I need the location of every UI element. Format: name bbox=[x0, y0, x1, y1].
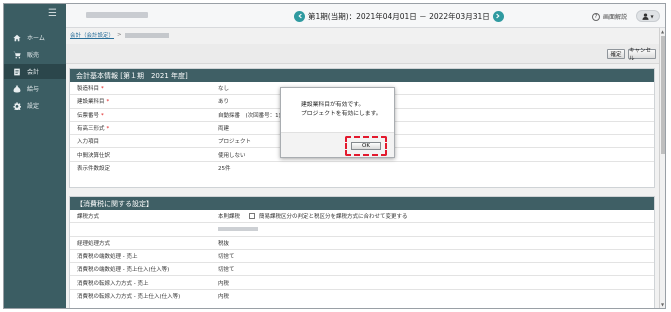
cart-icon bbox=[12, 50, 21, 59]
sidebar-item-label: 会計 bbox=[27, 69, 40, 76]
action-bar: 確定 キャンセル bbox=[66, 44, 662, 64]
chevron-left-icon bbox=[297, 13, 302, 19]
row-label: 製造科目 bbox=[77, 86, 100, 93]
confirm-button[interactable]: 確定 bbox=[607, 49, 625, 59]
required-mark: * bbox=[106, 99, 110, 106]
row-label: 経理処理方式 bbox=[77, 240, 111, 247]
row-value: 内税 bbox=[218, 280, 230, 287]
table-row: 表示件数設定 25件 bbox=[70, 162, 654, 175]
breadcrumb: 会計（会計設定） > bbox=[70, 31, 169, 39]
home-icon bbox=[12, 33, 21, 42]
row-label: 有高三形式 bbox=[77, 126, 105, 133]
tax-method-checkbox[interactable] bbox=[249, 213, 256, 220]
row-value: 税抜 bbox=[218, 240, 230, 247]
user-menu-button[interactable]: ▼ bbox=[636, 10, 660, 22]
user-icon bbox=[642, 12, 650, 20]
row-label: 伝票番号 bbox=[77, 112, 100, 119]
fiscal-period: 第1期(当期)：2021年04月01日 － 2022年03月31日 bbox=[294, 10, 504, 22]
row-label: 消費税の端数処理 - 売上 bbox=[77, 254, 138, 261]
sidebar-item-accounting[interactable]: 会計 bbox=[4, 64, 66, 79]
breadcrumb-separator: > bbox=[117, 32, 122, 38]
required-mark: * bbox=[101, 86, 104, 93]
table-row: 消費税の端数処理 - 売上 切捨て bbox=[70, 250, 654, 264]
period-label: 第1期(当期)：2021年04月01日 － 2022年03月31日 bbox=[308, 11, 490, 21]
table-row: 経理処理方式 税抜 bbox=[70, 237, 654, 250]
sidebar-item-home[interactable]: ホーム bbox=[4, 30, 66, 45]
required-mark: * bbox=[106, 126, 110, 133]
money-bag-icon bbox=[12, 84, 21, 93]
row-label: 消費税の端数処理 - 売上仕入(仕入等) bbox=[77, 267, 170, 274]
chevron-down-icon: ▼ bbox=[650, 13, 654, 19]
sidebar-item-sales[interactable]: 販売 bbox=[4, 47, 66, 62]
hamburger-icon[interactable]: ☰ bbox=[48, 9, 57, 19]
table-row: 課税方式 本則課税 簡易課税区分の判定と税区分を課税方式に合わせて変更する bbox=[70, 210, 654, 224]
row-label: 消費税の転嫁入力方式 - 売上 bbox=[77, 280, 149, 287]
checkbox-label: 簡易課税区分の判定と税区分を課税方式に合わせて変更する bbox=[259, 214, 408, 221]
row-label: 入力項目 bbox=[77, 139, 100, 146]
sidebar-item-label: 設定 bbox=[27, 103, 40, 110]
dialog-message-line1: 建設業科目が有効です。 bbox=[301, 102, 365, 108]
sidebar-item-payroll[interactable]: 給与 bbox=[4, 81, 66, 96]
next-period-button[interactable] bbox=[492, 10, 504, 22]
dialog-footer: OK bbox=[281, 132, 394, 157]
row-value: 切捨て bbox=[218, 267, 235, 274]
top-header: 第1期(当期)：2021年04月01日 － 2022年03月31日 ? 画面解説… bbox=[66, 4, 665, 28]
scroll-down-icon[interactable]: ▼ bbox=[661, 302, 664, 307]
row-label: 建設業科目 bbox=[77, 99, 105, 106]
sidebar-item-label: 販売 bbox=[27, 52, 40, 59]
confirmation-dialog: 建設業科目が有効です。 プロジェクトを有効にします。 OK bbox=[280, 87, 395, 158]
ledger-icon bbox=[12, 67, 21, 76]
row-label: 中間決算仕訳 bbox=[77, 152, 111, 159]
company-name bbox=[86, 12, 148, 18]
table-row: 消費税の端数処理 - 売上仕入(仕入等) 切捨て bbox=[70, 263, 654, 277]
row-value: 切捨て bbox=[218, 254, 235, 261]
row-value: 内税 bbox=[218, 294, 230, 301]
scroll-up-icon[interactable]: ▲ bbox=[661, 29, 664, 34]
row-value: 本則課税 bbox=[218, 214, 241, 221]
row-label: 表示件数設定 bbox=[77, 166, 111, 173]
disabled-field bbox=[218, 227, 258, 232]
breadcrumb-link[interactable]: 会計（会計設定） bbox=[70, 31, 114, 39]
table-row: 消費税の転嫁入力方式 - 売上 内税 bbox=[70, 276, 654, 290]
help-label: 画面解説 bbox=[603, 14, 628, 21]
row-label: 消費税の転嫁入力方式 - 売上仕入(仕入等) bbox=[77, 294, 181, 301]
ok-button-highlight: OK bbox=[345, 136, 387, 156]
section-title: 【消費税に関する設定】 bbox=[70, 197, 654, 210]
gear-icon bbox=[12, 101, 21, 110]
app-window: ☰ ホーム 販売 会計 給与 設定 第1期(当期)：2021年04月01日 － … bbox=[3, 3, 666, 309]
chevron-right-icon bbox=[496, 13, 500, 19]
ok-button[interactable]: OK bbox=[351, 142, 381, 150]
breadcrumb-current bbox=[124, 32, 169, 38]
dialog-message-line2: プロジェクトを有効にします。 bbox=[301, 111, 382, 117]
sidebar-item-settings[interactable]: 設定 bbox=[4, 98, 66, 113]
sidebar: ☰ ホーム 販売 会計 給与 設定 bbox=[4, 4, 66, 308]
previous-period-button[interactable] bbox=[294, 10, 305, 22]
sidebar-item-label: ホーム bbox=[27, 35, 45, 42]
row-value: 25件 bbox=[218, 166, 231, 173]
sidebar-item-label: 給与 bbox=[27, 86, 40, 93]
table-row bbox=[70, 223, 654, 237]
required-mark: * bbox=[101, 112, 104, 119]
consumption-tax-section: 【消費税に関する設定】 課税方式 本則課税 簡易課税区分の判定と税区分を課税方式… bbox=[69, 196, 655, 308]
cancel-button[interactable]: キャンセル bbox=[628, 48, 656, 62]
table-row: 消費税の転嫁入力方式 - 売上仕入(仕入等) 内税 bbox=[70, 290, 654, 303]
vertical-scrollbar[interactable]: ▲ ▼ bbox=[659, 28, 665, 308]
scrollbar-thumb[interactable] bbox=[661, 36, 665, 154]
help-link[interactable]: ? 画面解説 bbox=[592, 12, 627, 21]
question-icon: ? bbox=[592, 12, 600, 21]
row-label: 課税方式 bbox=[77, 214, 100, 221]
section-title: 会計基本情報 [第１期 2021 年度] bbox=[70, 69, 654, 82]
